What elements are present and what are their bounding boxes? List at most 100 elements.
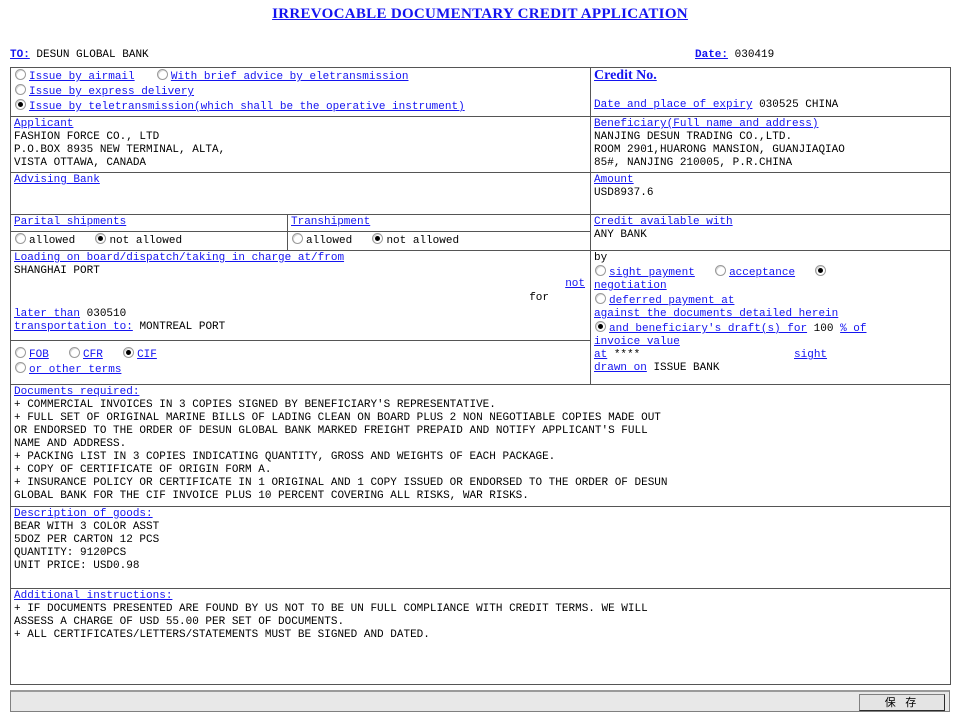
radio-sight-payment[interactable]	[595, 265, 607, 276]
transhipment-option-label[interactable]: not allowed	[386, 235, 459, 247]
table-row: Parital shipments Transhipment Credit av…	[10, 214, 952, 251]
header-row: TO: DESUN GLOBAL BANK Date: 030419	[10, 49, 950, 65]
credit-no-label: Credit No.	[594, 68, 657, 83]
loading-value[interactable]: SHANGHAI PORT	[14, 265, 587, 278]
documents-required-label: Documents required:	[14, 386, 140, 398]
drawn-on-value[interactable]: ISSUE BANK	[653, 362, 719, 374]
beneficiary-line[interactable]: NANJING DESUN TRADING CO.,LTD.	[594, 131, 947, 144]
radio-partial-shipments-not-allowed[interactable]	[95, 233, 107, 244]
advising-bank-cell: Advising Bank	[9, 172, 592, 215]
applicant-line[interactable]: P.O.BOX 8935 NEW TERMINAL, ALTA,	[14, 144, 587, 157]
radio-issue-by-airmail[interactable]	[15, 69, 26, 80]
radio-fob[interactable]	[15, 347, 26, 358]
description-of-goods-line[interactable]: UNIT PRICE: USD0.98	[14, 560, 947, 573]
table-row: Additional instructions: + IF DOCUMENTS …	[9, 588, 952, 685]
partial-shipments-options-cell: allowed not allowed	[10, 231, 288, 251]
issue-option-label[interactable]: With brief advice by eletransmission	[171, 71, 409, 83]
radio-other-terms[interactable]	[15, 362, 26, 373]
expiry-value[interactable]: 030525 CHINA	[759, 99, 838, 111]
radio-partial-shipments-allowed[interactable]	[15, 233, 26, 244]
additional-instructions-cell: Additional instructions: + IF DOCUMENTS …	[9, 588, 952, 685]
invoice-value-label: invoice value	[594, 336, 680, 348]
additional-instructions-line[interactable]: + ALL CERTIFICATES/LETTERS/STATEMENTS MU…	[14, 629, 947, 642]
documents-required-line[interactable]: + PACKING LIST IN 3 COPIES INDICATING QU…	[14, 451, 947, 464]
page-title: IRREVOCABLE DOCUMENTARY CREDIT APPLICATI…	[272, 6, 688, 22]
at-value[interactable]: ****	[614, 349, 640, 361]
radio-deferred-payment[interactable]	[595, 293, 607, 304]
radio-with-brief-advice[interactable]	[156, 69, 168, 80]
documents-required-line[interactable]: + COMMERCIAL INVOICES IN 3 COPIES SIGNED…	[14, 399, 947, 412]
payment-method-label[interactable]: negotiation	[594, 280, 667, 292]
credit-available-cell: Credit available with ANY BANK	[590, 214, 952, 251]
credit-available-label: Credit available with	[594, 216, 733, 228]
radio-cif[interactable]	[123, 347, 135, 358]
documents-required-line[interactable]: + FULL SET OF ORIGINAL MARINE BILLS OF L…	[14, 412, 947, 425]
radio-beneficiary-draft[interactable]	[595, 321, 607, 332]
additional-instructions-label: Additional instructions:	[14, 590, 173, 602]
sight-row: at **** sight	[594, 349, 947, 362]
radio-cfr[interactable]	[69, 347, 81, 358]
radio-issue-by-teletransmission[interactable]	[15, 99, 26, 110]
radio-transhipment-not-allowed[interactable]	[372, 233, 384, 244]
trade-term-label[interactable]: or other terms	[29, 364, 121, 376]
date-value[interactable]: 030419	[735, 49, 775, 61]
credit-available-value[interactable]: ANY BANK	[594, 229, 947, 242]
save-button[interactable]: 保 存	[859, 694, 945, 711]
issue-option-label[interactable]: Issue by teletransmission(which shall be…	[29, 101, 465, 113]
applicant-line[interactable]: VISTA OTTAWA, CANADA	[14, 157, 587, 170]
issue-option-label[interactable]: Issue by express delivery	[29, 86, 194, 98]
sight-label[interactable]: sight	[794, 349, 827, 362]
description-of-goods-line[interactable]: 5DOZ PER CARTON 12 PCS	[14, 534, 947, 547]
documents-required-line[interactable]: GLOBAL BANK FOR THE CIF INVOICE PLUS 10 …	[14, 490, 947, 503]
to-value[interactable]: DESUN GLOBAL BANK	[36, 49, 148, 61]
documents-required-line[interactable]: NAME AND ADDRESS.	[14, 438, 947, 451]
not-label[interactable]: not	[565, 278, 585, 291]
expiry-label: Date and place of expiry	[594, 99, 753, 111]
amount-cell: Amount USD8937.6	[590, 172, 952, 215]
beneficiary-cell: Beneficiary(Full name and address) NANJI…	[590, 116, 952, 173]
payment-method-label[interactable]: acceptance	[729, 267, 795, 279]
description-of-goods-label: Description of goods:	[14, 508, 153, 520]
loading-cell: Loading on board/dispatch/taking in char…	[9, 250, 592, 341]
table-row: Loading on board/dispatch/taking in char…	[9, 250, 952, 385]
additional-instructions-line[interactable]: ASSESS A CHARGE OF USD 55.00 PER SET OF …	[14, 616, 947, 629]
beneficiary-line[interactable]: 85#, NANJING 210005, P.R.CHINA	[594, 157, 947, 170]
applicant-label: Applicant	[14, 118, 74, 130]
radio-transhipment-allowed[interactable]	[292, 233, 303, 244]
radio-issue-by-express-delivery[interactable]	[15, 84, 26, 95]
draft-label[interactable]: and beneficiary's draft(s) for	[609, 323, 807, 335]
issue-option-row-2: Issue by express delivery	[14, 84, 587, 99]
payment-method-row-2: deferred payment at	[594, 293, 947, 308]
radio-negotiation[interactable]	[815, 265, 827, 276]
beneficiary-line[interactable]: ROOM 2901,HUARONG MANSION, GUANJIAQIAO	[594, 144, 947, 157]
loading-label: Loading on board/dispatch/taking in char…	[14, 252, 345, 264]
partial-shipments-option-label[interactable]: allowed	[29, 235, 75, 247]
additional-instructions-line[interactable]: + IF DOCUMENTS PRESENTED ARE FOUND BY US…	[14, 603, 947, 616]
date-label: Date:	[695, 49, 729, 61]
description-of-goods-line[interactable]: QUANTITY: 9120PCS	[14, 547, 947, 560]
transhipment-option-label[interactable]: allowed	[306, 235, 352, 247]
partial-shipments-label: Parital shipments	[14, 216, 127, 228]
amount-value[interactable]: USD8937.6	[594, 187, 947, 200]
applicant-line[interactable]: FASHION FORCE CO., LTD	[14, 131, 587, 144]
documents-required-line[interactable]: + INSURANCE POLICY OR CERTIFICATE IN 1 O…	[14, 477, 947, 490]
credit-no-value[interactable]	[594, 84, 947, 99]
to-label: TO:	[10, 49, 30, 61]
radio-acceptance[interactable]	[715, 265, 727, 276]
transportation-value[interactable]: MONTREAL PORT	[139, 321, 225, 333]
trade-term-label[interactable]: CFR	[83, 349, 103, 361]
trade-term-label[interactable]: FOB	[29, 349, 49, 361]
credit-no-cell: Credit No. Date and place of expiry 0305…	[590, 67, 952, 117]
trade-term-label[interactable]: CIF	[137, 349, 157, 361]
description-of-goods-line[interactable]: BEAR WITH 3 COLOR ASST	[14, 521, 947, 534]
later-than-value[interactable]: 030510	[87, 308, 127, 320]
transhipment-label: Transhipment	[291, 216, 371, 228]
payment-method-label[interactable]: sight payment	[609, 267, 695, 279]
documents-required-line[interactable]: OR ENDORSED TO THE ORDER OF DESUN GLOBAL…	[14, 425, 947, 438]
documents-required-line[interactable]: + COPY OF CERTIFICATE OF ORIGIN FORM A.	[14, 464, 947, 477]
payment-methods-cell: by sight payment acceptance negotiation …	[590, 250, 952, 385]
partial-shipments-option-label[interactable]: not allowed	[109, 235, 182, 247]
payment-method-label[interactable]: deferred payment at	[609, 295, 734, 307]
draft-percent-value[interactable]: 100	[814, 323, 834, 335]
issue-option-label[interactable]: Issue by airmail	[29, 71, 135, 83]
